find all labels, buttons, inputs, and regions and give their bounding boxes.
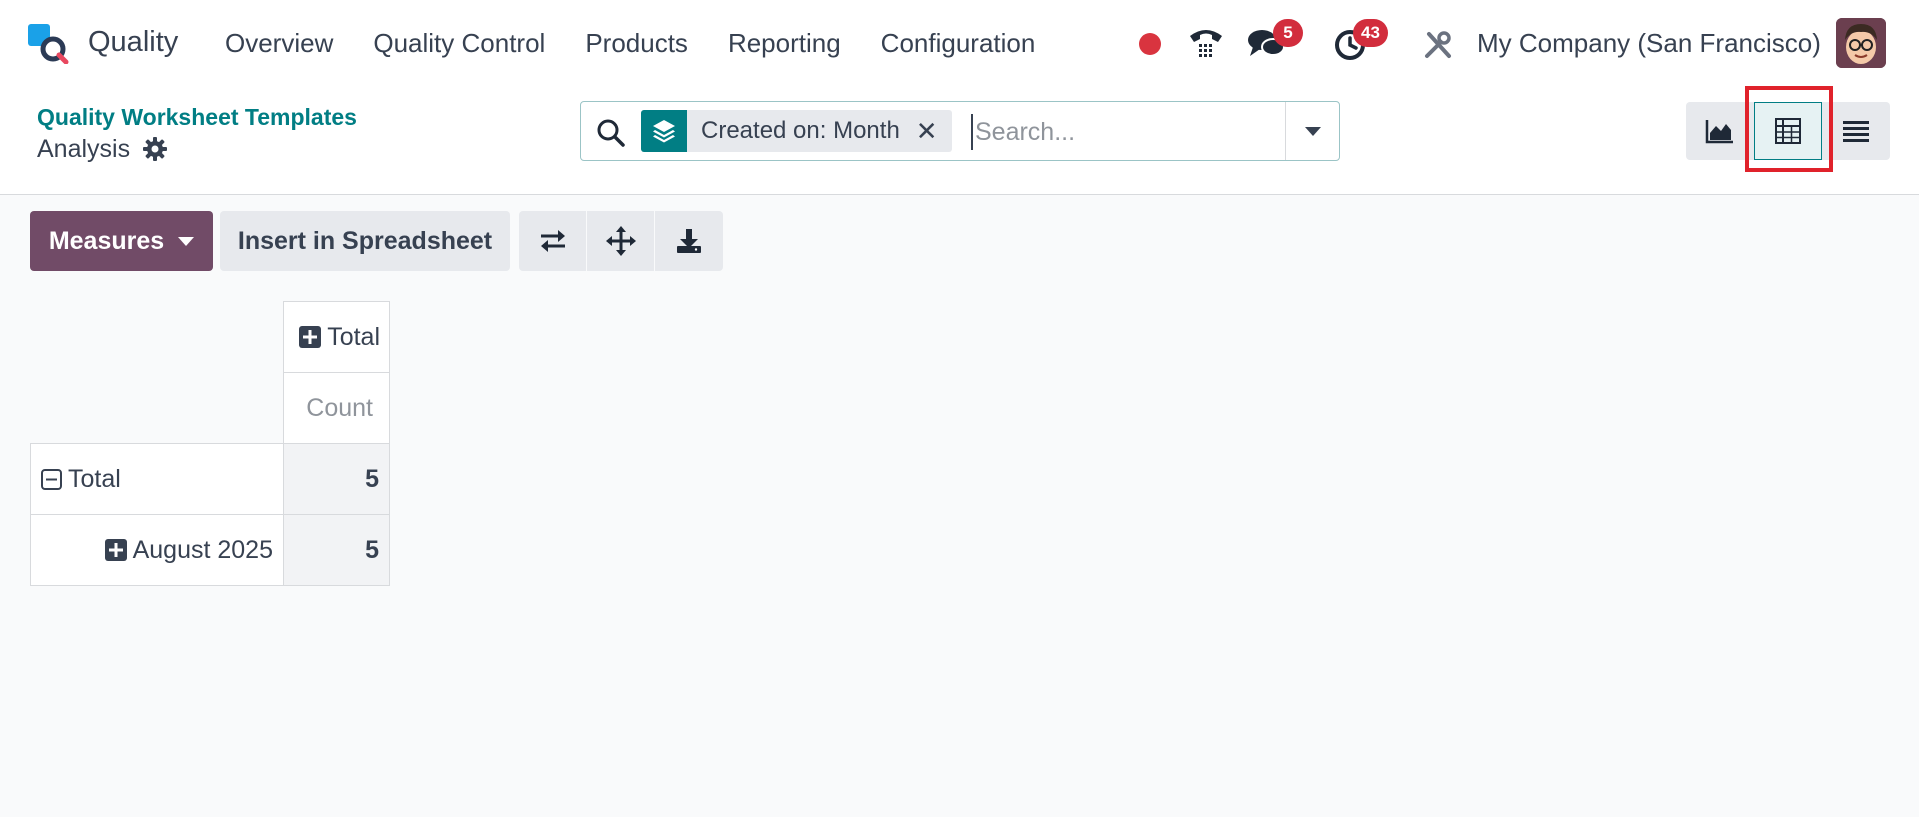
measures-label: Measures	[48, 226, 165, 255]
insert-in-spreadsheet-button[interactable]: Insert in Spreadsheet	[220, 211, 510, 271]
caret-down-icon	[1304, 126, 1321, 136]
measures-button[interactable]: Measures	[30, 211, 213, 271]
download-button[interactable]	[655, 211, 723, 271]
facet-label: Created on: Month	[701, 117, 900, 144]
flip-axis-button[interactable]	[519, 211, 587, 271]
list-icon	[1843, 121, 1869, 142]
arrows-move-icon	[605, 226, 636, 256]
pivot-row-label: August 2025	[132, 535, 273, 564]
highlight-annotation	[1745, 86, 1833, 172]
download-icon	[677, 229, 701, 253]
phone-icon[interactable]	[1187, 24, 1225, 62]
pivot-cell[interactable]: 5	[283, 443, 390, 515]
recording-dot-icon[interactable]	[1139, 33, 1161, 55]
facet-remove-icon[interactable]: ✕	[916, 116, 952, 147]
menu-item-configuration[interactable]: Configuration	[881, 28, 1036, 59]
search-input[interactable]	[971, 114, 1271, 150]
expand-all-button[interactable]	[587, 211, 655, 271]
pivot-row-header-total[interactable]: Total	[30, 443, 284, 515]
pivot-table: Total Count Total 5 August 2025 5	[30, 301, 390, 586]
search-bar: Created on: Month ✕	[580, 101, 1340, 161]
exchange-icon	[540, 230, 565, 252]
menu-item-quality-control[interactable]: Quality Control	[373, 28, 545, 59]
caret-down-icon	[178, 236, 195, 246]
gear-icon[interactable]	[142, 136, 168, 162]
menu-item-products[interactable]: Products	[585, 28, 688, 59]
quality-app-logo-icon[interactable]	[28, 24, 70, 64]
pivot-actions	[519, 211, 723, 271]
plus-square-icon	[299, 325, 322, 348]
main-menu: Overview Quality Control Products Report…	[225, 28, 1075, 59]
activities-badge: 43	[1353, 19, 1388, 47]
top-navbar: Quality Overview Quality Control Product…	[0, 0, 1919, 88]
company-switcher[interactable]: My Company (San Francisco)	[1477, 28, 1821, 59]
search-icon[interactable]	[595, 117, 627, 149]
menu-item-reporting[interactable]: Reporting	[728, 28, 841, 59]
menu-item-overview[interactable]: Overview	[225, 28, 333, 59]
search-facet: Created on: Month ✕	[641, 110, 952, 152]
graph-view-button[interactable]	[1686, 102, 1754, 160]
pivot-measure-header[interactable]: Count	[283, 372, 390, 444]
pivot-col-header-total[interactable]: Total	[283, 301, 390, 373]
plus-square-icon	[104, 538, 127, 561]
pivot-row-header-august-2025[interactable]: August 2025	[30, 514, 284, 586]
area-chart-icon	[1705, 120, 1733, 144]
search-options-toggle[interactable]	[1285, 102, 1339, 160]
page-title: Analysis	[37, 135, 131, 163]
pivot-col-header-label: Total	[327, 322, 380, 351]
user-avatar[interactable]	[1836, 18, 1886, 68]
minus-square-icon	[41, 468, 62, 490]
pivot-cell[interactable]: 5	[283, 514, 390, 586]
pivot-row-label: Total	[68, 464, 121, 493]
pivot-corner-lower	[31, 373, 284, 444]
messages-badge: 5	[1273, 19, 1303, 47]
layers-icon	[641, 110, 687, 152]
pivot-corner	[31, 302, 284, 373]
breadcrumb-parent[interactable]: Quality Worksheet Templates	[37, 104, 357, 131]
avatar-face-icon	[1836, 18, 1886, 68]
app-name[interactable]: Quality	[88, 26, 178, 59]
tools-icon[interactable]	[1423, 30, 1453, 60]
control-panel: Quality Worksheet Templates Analysis Cre…	[0, 88, 1919, 195]
